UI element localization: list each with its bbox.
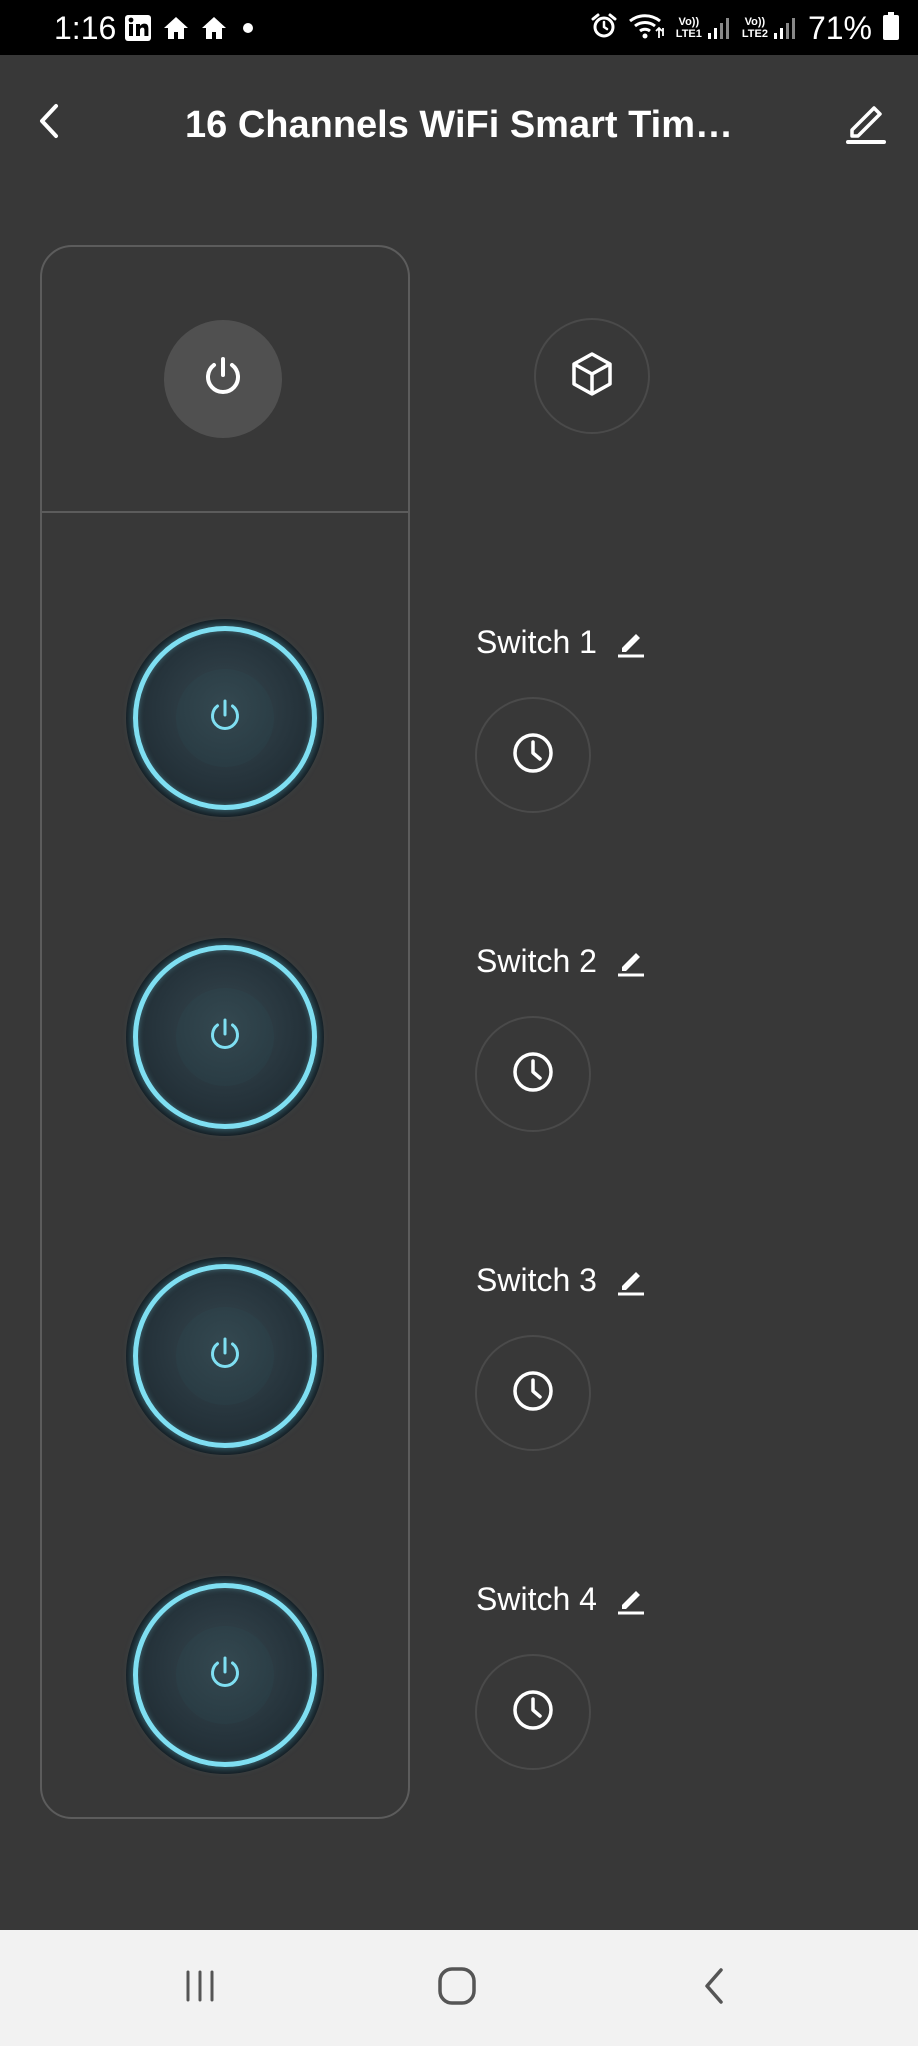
power-icon [205,1653,245,1698]
back-icon [695,1966,735,2011]
pencil-icon [615,1272,647,1300]
switch-3-label: Switch 3 [476,1262,597,1298]
power-button-core [176,1626,274,1724]
switch-4-timer-button[interactable] [475,1654,591,1770]
wifi-icon [628,12,666,45]
switch-4-label-row: Switch 4 [476,1579,647,1619]
clock-icon [510,1687,556,1738]
switch-4-power-button[interactable] [126,1576,324,1774]
power-icon [199,353,247,406]
chevron-left-icon [28,104,74,148]
system-nav-bar [0,1930,918,2046]
switch-3-label-row: Switch 3 [476,1260,647,1300]
switch-2-timer-button[interactable] [475,1016,591,1132]
power-icon [205,696,245,741]
power-button-core [176,669,274,767]
home-icon [162,15,190,46]
switch-1-rename-button[interactable] [615,626,647,658]
master-power-button[interactable] [164,320,282,438]
cube-icon [568,350,616,403]
status-time: 1:16 [54,10,117,46]
switch-2-label: Switch 2 [476,943,597,979]
page-title: 16 Channels WiFi Smart Tim… [185,104,733,146]
switch-3-power-button[interactable] [126,1257,324,1455]
recent-apps-icon [180,1966,220,2011]
switch-1-label: Switch 1 [476,624,597,660]
switch-2-label-row: Switch 2 [476,941,647,981]
lte2-volte-label: Vo)) [744,16,766,28]
back-nav-button[interactable] [690,1966,740,2010]
lte1-label: LTE1 [675,28,702,40]
pencil-icon [615,634,647,662]
home-circle-icon [436,1965,478,2012]
pencil-icon [615,953,647,981]
clock-icon [510,1368,556,1419]
switch-3-timer-button[interactable] [475,1335,591,1451]
status-left-icons [124,14,258,47]
edit-device-button[interactable] [842,98,890,146]
switch-1-timer-button[interactable] [475,697,591,813]
switch-2-rename-button[interactable] [615,945,647,977]
notification-dot-icon [238,18,258,43]
linkedin-icon [124,14,152,47]
status-bar: 1:16 Vo)) LTE1 Vo)) LTE2 71% [0,0,918,55]
switch-1-label-row: Switch 1 [476,622,647,662]
switch-2-power-button[interactable] [126,938,324,1136]
battery-percentage: 71% [807,10,872,46]
power-icon [205,1015,245,1060]
battery-icon [882,11,900,46]
home-icon [200,15,228,46]
scene-button[interactable] [534,318,650,434]
power-button-core [176,1307,274,1405]
status-right-icons: Vo)) LTE1 Vo)) LTE2 71% [590,10,900,46]
lte1-volte-label: Vo)) [678,16,700,28]
panel-divider [42,511,408,513]
switch-4-rename-button[interactable] [615,1583,647,1615]
switch-3-rename-button[interactable] [615,1264,647,1296]
switch-4-label: Switch 4 [476,1581,597,1617]
recent-apps-button[interactable] [175,1966,225,2010]
lte2-label: LTE2 [741,28,768,40]
power-icon [205,1334,245,1379]
switch-panel [40,245,410,1819]
lte2-signal-icon: Vo)) LTE2 [742,15,798,41]
switch-1-power-button[interactable] [126,619,324,817]
pencil-icon [842,106,890,150]
app-header: 16 Channels WiFi Smart Tim… [0,55,918,195]
alarm-icon [590,12,618,45]
home-nav-button[interactable] [432,1966,482,2010]
clock-icon [510,730,556,781]
pencil-icon [615,1591,647,1619]
clock-icon [510,1049,556,1100]
lte1-signal-icon: Vo)) LTE1 [676,15,732,41]
back-button[interactable] [28,98,74,144]
power-button-core [176,988,274,1086]
